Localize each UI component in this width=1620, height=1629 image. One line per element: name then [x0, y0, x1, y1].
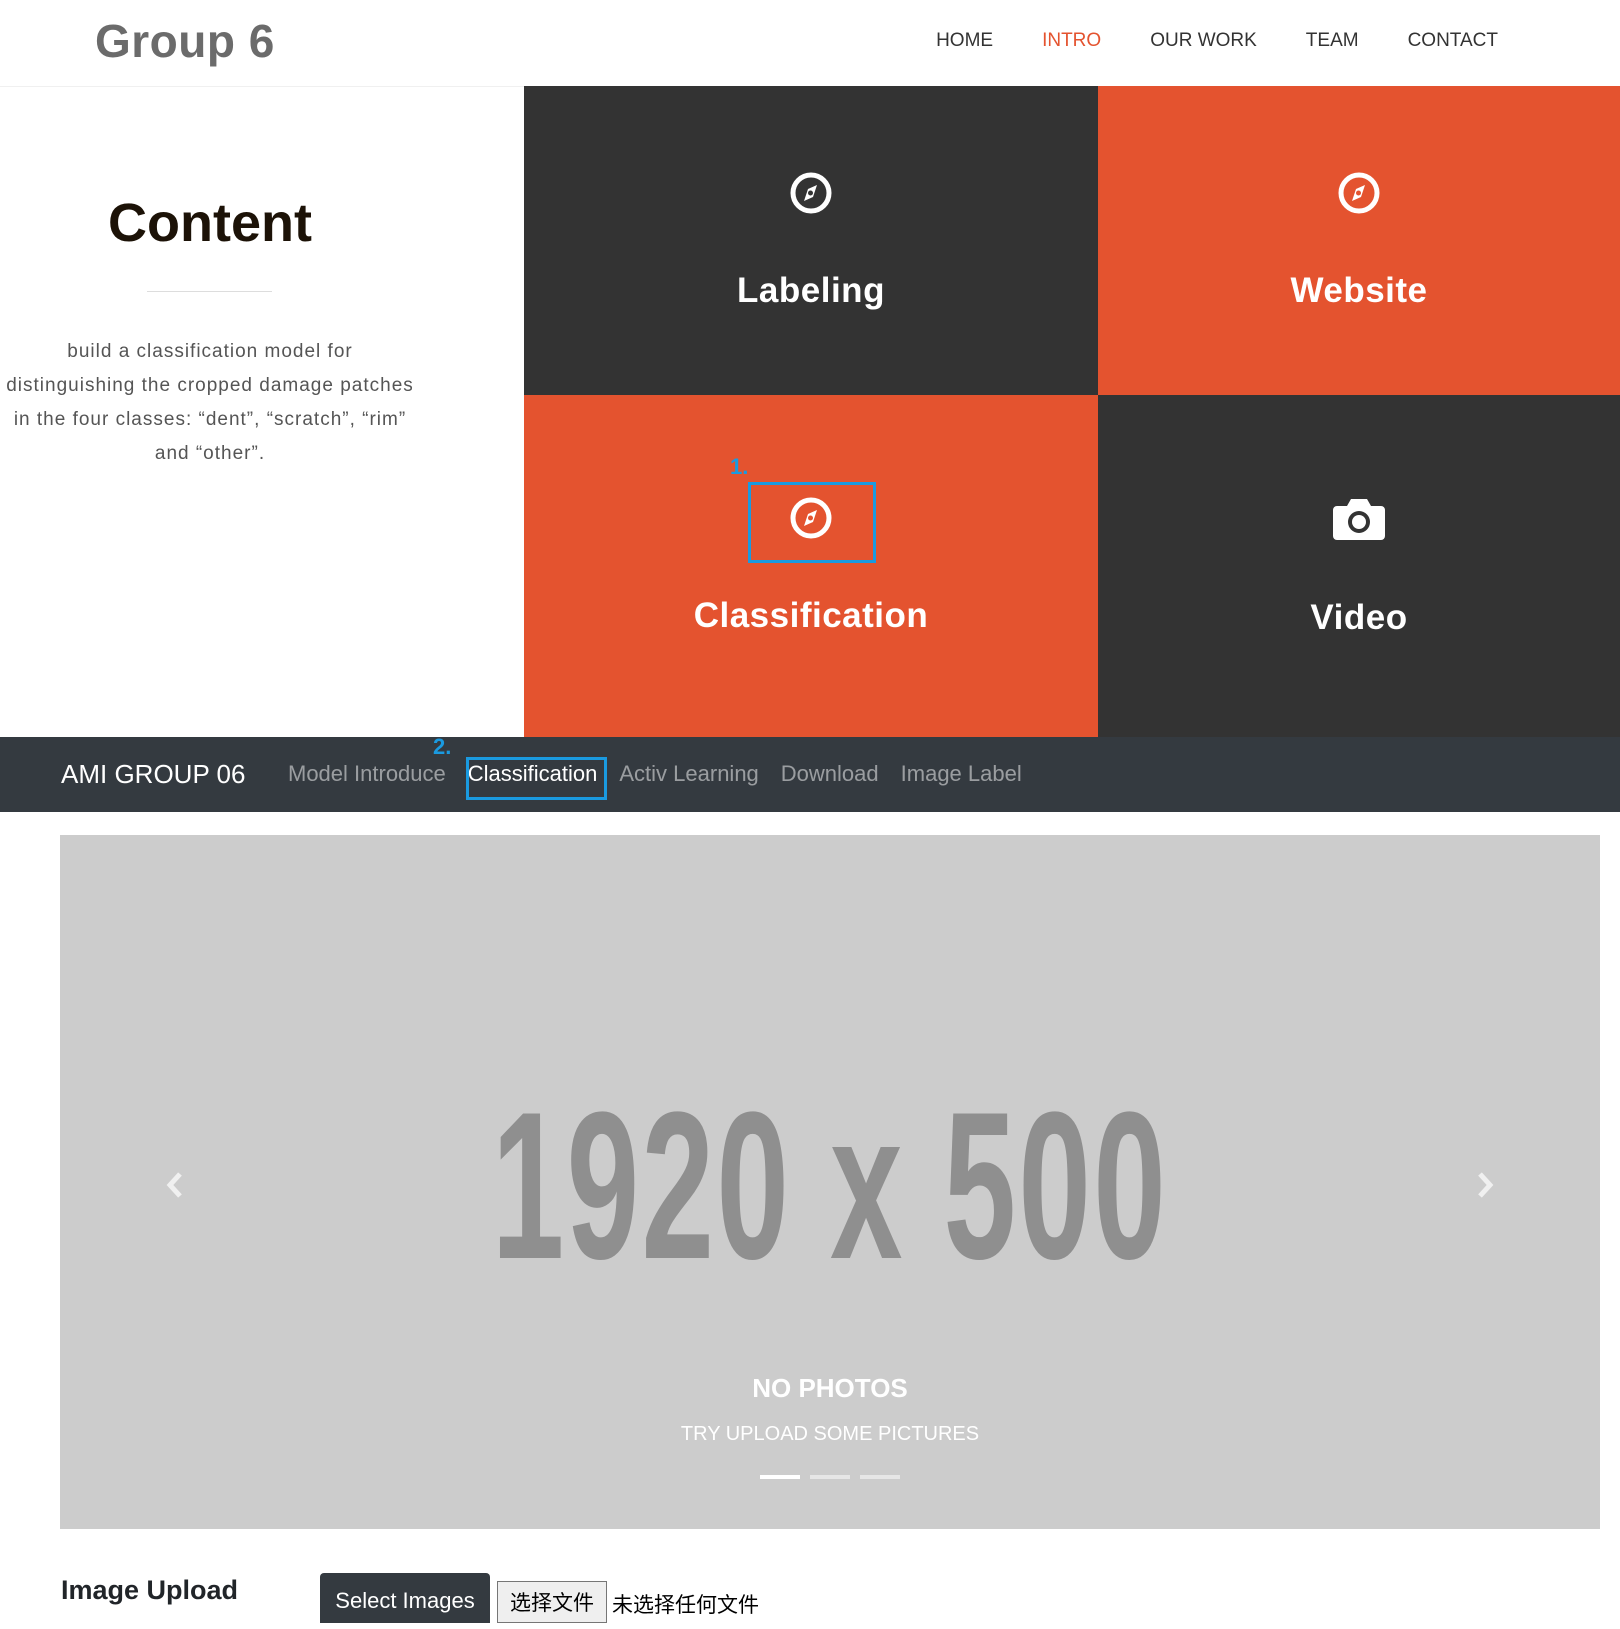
description-line: in the four classes: “dent”, “scratch”, … — [13, 409, 407, 430]
carousel-next-button[interactable] — [1470, 1165, 1500, 1205]
chevron-left-icon — [166, 1172, 182, 1198]
description-line: and “other”. — [154, 443, 266, 464]
nav-activ-learning[interactable]: Activ Learning — [619, 761, 758, 787]
carousel-indicator[interactable] — [860, 1475, 900, 1479]
choose-file-button[interactable]: 选择文件 — [497, 1581, 607, 1623]
select-images-button[interactable]: Select Images — [320, 1573, 490, 1623]
camera-icon — [1333, 499, 1385, 540]
nav-intro[interactable]: INTRO — [1042, 30, 1101, 52]
nav-home[interactable]: HOME — [936, 30, 993, 52]
tile-label: Labeling — [737, 270, 885, 310]
top-navbar: Group 6 HOME INTRO OUR WORK TEAM CONTACT — [0, 0, 1620, 87]
carousel-prev-button[interactable] — [160, 1165, 190, 1205]
nav-download[interactable]: Download — [781, 761, 879, 787]
tile-label: Video — [1310, 598, 1408, 637]
nav-our-work[interactable]: OUR WORK — [1150, 30, 1257, 52]
carousel-caption-subtitle: TRY UPLOAD SOME PICTURES — [680, 1423, 980, 1445]
compass-icon — [790, 172, 832, 213]
image-carousel: 1920 x 500 NO PHOTOS TRY UPLOAD SOME PIC… — [60, 835, 1600, 1529]
nav-team[interactable]: TEAM — [1306, 30, 1359, 52]
carousel-indicator[interactable] — [760, 1475, 800, 1479]
tile-labeling[interactable]: Labeling — [524, 86, 1098, 395]
description-line: build a classification model for — [67, 341, 353, 362]
highlight-box — [748, 482, 876, 563]
app-navbar: AMI GROUP 06 Model Introduce Classificat… — [0, 737, 1620, 812]
content-description: build a classification model for disting… — [0, 335, 430, 471]
carousel-indicator[interactable] — [810, 1475, 850, 1479]
content-divider — [147, 291, 272, 292]
nav-image-label[interactable]: Image Label — [901, 761, 1022, 787]
nav-model-introduce[interactable]: Model Introduce — [288, 761, 446, 787]
description-line: distinguishing the cropped damage patche… — [6, 375, 414, 396]
carousel-caption-title: NO PHOTOS — [752, 1373, 908, 1403]
placeholder-dimensions: 1920 x 500 — [491, 1068, 1169, 1303]
tile-website[interactable]: Website — [1098, 86, 1620, 395]
image-upload-label: Image Upload — [61, 1575, 239, 1605]
site-brand[interactable]: Group 6 — [95, 14, 275, 68]
top-nav: HOME INTRO OUR WORK TEAM CONTACT — [936, 30, 1498, 52]
tile-label: Classification — [693, 596, 929, 635]
content-title: Content — [108, 193, 312, 253]
tile-classification[interactable]: Classification — [524, 395, 1098, 737]
compass-icon — [1338, 172, 1380, 213]
file-status-text: 未选择任何文件 — [612, 1594, 759, 1617]
annotation-number: 2. — [433, 734, 452, 759]
app-brand[interactable]: AMI GROUP 06 — [61, 759, 245, 790]
tile-video[interactable]: Video — [1098, 395, 1620, 737]
nav-contact[interactable]: CONTACT — [1408, 30, 1498, 52]
chevron-right-icon — [1478, 1172, 1494, 1198]
tile-label: Website — [1290, 270, 1428, 310]
app-nav: Model Introduce Classification Activ Lea… — [288, 761, 1044, 787]
annotation-number: 1. — [730, 454, 749, 479]
highlight-box — [466, 757, 607, 800]
